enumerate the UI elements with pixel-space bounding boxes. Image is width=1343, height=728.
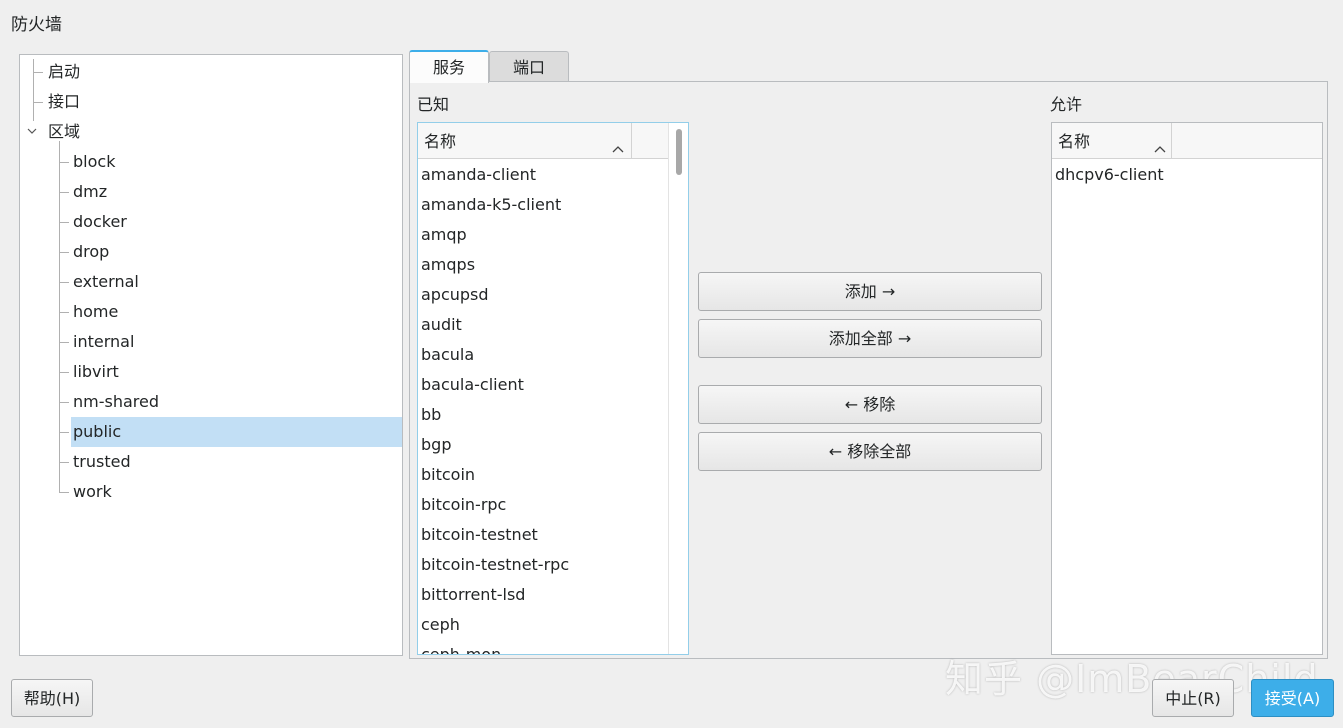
known-services-list[interactable]: 名称 amanda-client amanda-k5-client amqp amqp… xyxy=(417,122,689,655)
tree-item[interactable]: 区域 xyxy=(20,117,402,147)
window-title: 防火墙 xyxy=(11,15,62,35)
list-item[interactable]: bacula-client xyxy=(418,370,668,400)
tree-connector-line xyxy=(59,342,69,343)
tree-connector-line xyxy=(59,252,69,253)
tree-item[interactable]: dmz xyxy=(71,177,402,207)
add-button[interactable]: 添加 → xyxy=(698,272,1042,311)
tree-connector-line xyxy=(59,222,69,223)
list-item[interactable]: amqp xyxy=(418,220,668,250)
known-list-header: 名称 xyxy=(418,123,668,159)
tree-item-label: drop xyxy=(73,242,110,261)
tree-item[interactable]: trusted xyxy=(71,447,402,477)
tree-item[interactable]: work xyxy=(71,477,402,507)
tree-item-label: libvirt xyxy=(73,362,119,381)
tree-connector-line xyxy=(33,102,43,103)
list-item[interactable]: bitcoin-testnet xyxy=(418,520,668,550)
scrollbar-thumb[interactable] xyxy=(676,129,682,175)
tree-item-label: docker xyxy=(73,212,127,231)
tree-item[interactable]: drop xyxy=(71,237,402,267)
add-all-button[interactable]: 添加全部 → xyxy=(698,319,1042,358)
accept-button[interactable]: 接受(A) xyxy=(1251,679,1334,717)
tree-item[interactable]: nm-shared xyxy=(71,387,402,417)
tree-item-label: 区域 xyxy=(48,122,81,141)
tree-item-label: work xyxy=(73,482,112,501)
tree-connector-line xyxy=(59,462,69,463)
tree-connector-line xyxy=(33,72,43,73)
tree-item[interactable]: 启动 xyxy=(20,57,402,87)
tree-item-label: trusted xyxy=(73,452,131,471)
list-item[interactable]: bgp xyxy=(418,430,668,460)
allowed-list-header: 名称 xyxy=(1052,123,1322,159)
zone-tree[interactable]: 启动接口区域 block dmz docker drop external home inte… xyxy=(19,54,403,656)
tree-item[interactable]: block xyxy=(71,147,402,177)
column-header-name[interactable]: 名称 xyxy=(418,123,632,159)
remove-button[interactable]: ← 移除 xyxy=(698,385,1042,424)
list-item[interactable]: bacula xyxy=(418,340,668,370)
tab-services[interactable]: 服务 xyxy=(409,50,489,83)
tree-item[interactable]: 接口 xyxy=(20,87,402,117)
tree-item-label: block xyxy=(73,152,116,171)
list-item[interactable]: amanda-client xyxy=(418,160,668,190)
list-item[interactable]: bitcoin-testnet-rpc xyxy=(418,550,668,580)
tree-item-label: 接口 xyxy=(48,92,81,111)
tree-connector-line xyxy=(59,432,69,433)
tree-connector-line xyxy=(59,192,69,193)
tree-item[interactable]: internal xyxy=(71,327,402,357)
column-header-name[interactable]: 名称 xyxy=(1052,123,1172,159)
list-item[interactable]: bitcoin xyxy=(418,460,668,490)
tree-connector-line xyxy=(59,402,69,403)
tree-connector-line xyxy=(33,59,34,121)
tree-connector-line xyxy=(59,372,69,373)
allowed-label: 允许 xyxy=(1050,95,1083,114)
tree-item[interactable]: home xyxy=(71,297,402,327)
list-item[interactable]: amanda-k5-client xyxy=(418,190,668,220)
list-item[interactable]: amqps xyxy=(418,250,668,280)
list-item[interactable]: dhcpv6-client xyxy=(1052,160,1322,190)
tree-item[interactable]: public xyxy=(71,417,402,447)
tree-item-label: external xyxy=(73,272,139,291)
tree-connector-line xyxy=(59,282,69,283)
tree-item-label: 启动 xyxy=(48,62,81,81)
tree-item-label: public xyxy=(73,422,122,441)
list-item[interactable]: apcupsd xyxy=(418,280,668,310)
known-list-scrollbar[interactable] xyxy=(668,123,688,654)
list-item[interactable]: bb xyxy=(418,400,668,430)
help-button[interactable]: 帮助(H) xyxy=(11,679,93,717)
tree-item[interactable]: external xyxy=(71,267,402,297)
remove-all-button[interactable]: ← 移除全部 xyxy=(698,432,1042,471)
tree-item-label: dmz xyxy=(73,182,108,201)
list-item[interactable]: audit xyxy=(418,310,668,340)
known-label: 已知 xyxy=(417,95,450,114)
list-item[interactable]: bitcoin-rpc xyxy=(418,490,668,520)
tree-item-label: internal xyxy=(73,332,135,351)
cancel-button[interactable]: 中止(R) xyxy=(1152,679,1234,717)
column-header-label: 名称 xyxy=(424,132,457,151)
tree-item[interactable]: libvirt xyxy=(71,357,402,387)
list-item[interactable]: ceph xyxy=(418,610,668,640)
tree-connector-line xyxy=(59,141,60,492)
list-item[interactable]: ceph-mon xyxy=(418,640,668,654)
column-header-label: 名称 xyxy=(1058,132,1091,151)
tree-connector-line xyxy=(59,312,69,313)
chevron-down-icon[interactable] xyxy=(26,125,38,137)
allowed-services-list[interactable]: 名称 dhcpv6-client xyxy=(1051,122,1323,655)
list-item[interactable]: bittorrent-lsd xyxy=(418,580,668,610)
tree-connector-line xyxy=(59,162,69,163)
tree-item-label: home xyxy=(73,302,119,321)
tree-item-label: nm-shared xyxy=(73,392,160,411)
tree-item[interactable]: docker xyxy=(71,207,402,237)
tab-ports[interactable]: 端口 xyxy=(489,51,569,82)
tree-connector-line xyxy=(59,492,69,493)
